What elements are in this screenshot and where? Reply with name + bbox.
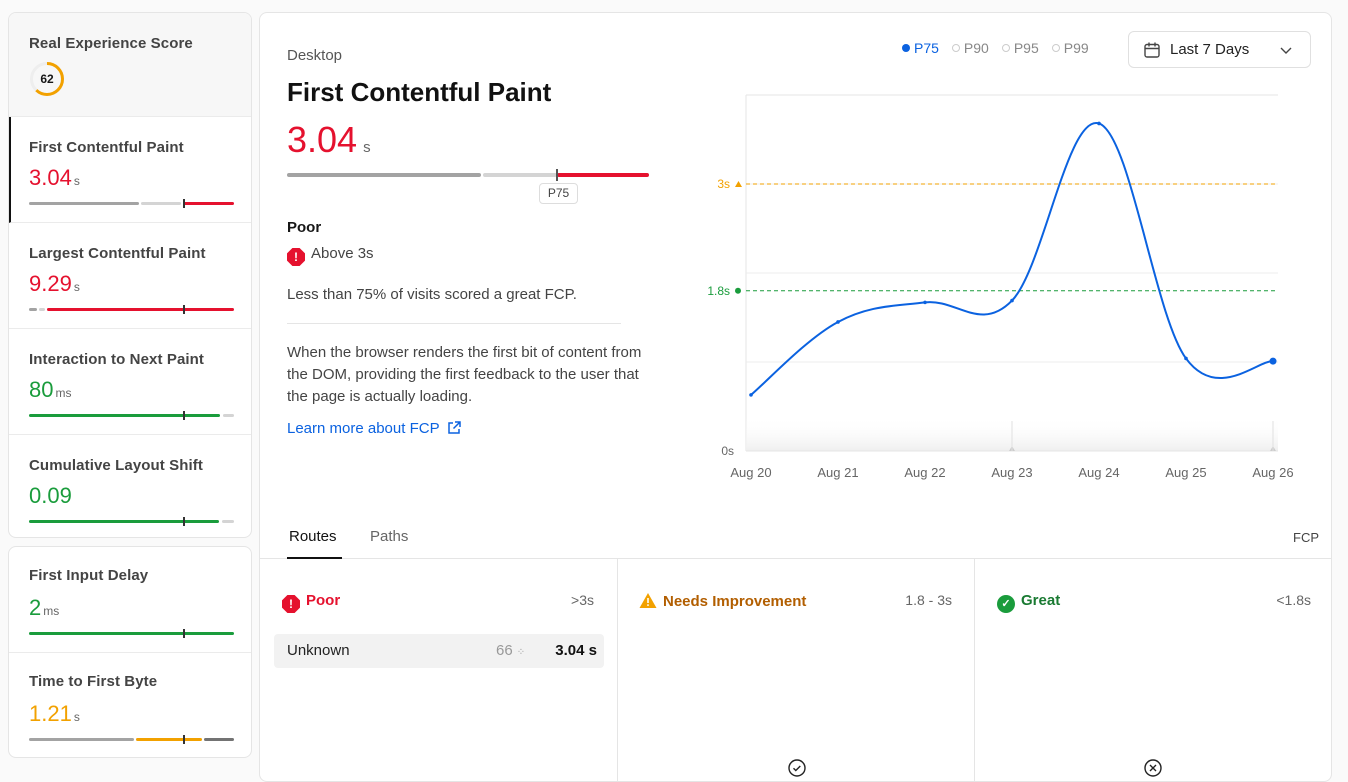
route-visits: 66 ⁘ <box>496 642 526 659</box>
tab-routes[interactable]: Routes <box>289 528 337 545</box>
fcp-line-chart: 3s 1.8s 0s Aug 20 Aug 21 Aug 22 Aug 23 Aug 24 Au… <box>707 94 1294 480</box>
series-point <box>923 300 927 305</box>
x-tick-label: Aug 24 <box>1078 465 1119 480</box>
metric-value: 1.21 s <box>29 701 80 726</box>
x-tick-label: Aug 20 <box>730 465 771 480</box>
sidebar-secondary-card: First Input Delay 2 ms Time to First Byte… <box>8 546 252 758</box>
column-header: ✓ Great <box>997 592 1060 613</box>
poor-octagon-icon: ! <box>282 595 300 613</box>
description-text: When the browser renders the first bit o… <box>287 344 642 405</box>
column-range: <1.8s <box>1276 592 1311 608</box>
percentile-p99[interactable]: P99 <box>1051 40 1089 56</box>
percentile-p95[interactable]: P95 <box>1001 40 1039 56</box>
metric-value: 80 ms <box>29 377 72 402</box>
threshold-triangle-icon <box>735 181 742 187</box>
sidebar-item-ttfb[interactable]: Time to First Byte 1.21 s <box>9 653 251 757</box>
external-link-icon <box>447 421 462 439</box>
series-point <box>749 393 753 397</box>
route-row[interactable]: Unknown 66 ⁘ 3.04 s <box>274 634 604 668</box>
metric-distribution-bar <box>29 199 234 208</box>
route-name: Unknown <box>287 642 350 659</box>
x-tick-label: Aug 23 <box>991 465 1032 480</box>
breakdown-tabs: Routes Paths FCP <box>260 517 1331 559</box>
metric-value: 3.04 s <box>29 165 80 190</box>
sidebar-item-inp[interactable]: Interaction to Next Paint 80 ms <box>9 329 251 435</box>
rating-note: ! Above 3s <box>287 245 374 266</box>
res-label: Real Experience Score <box>29 35 193 52</box>
column-needs-improvement: Needs Improvement 1.8 - 3s <box>618 559 975 781</box>
date-range-select[interactable]: Last 7 Days <box>1128 31 1311 68</box>
metric-name: Interaction to Next Paint <box>29 351 205 368</box>
poor-octagon-icon: ! <box>287 248 305 266</box>
series-point <box>1184 356 1188 361</box>
x-tick-label: Aug 26 <box>1252 465 1293 480</box>
p75-marker-label: P75 <box>539 183 578 204</box>
metric-name: First Input Delay <box>29 567 149 584</box>
res-gauge: 62 <box>29 61 65 97</box>
tab-paths[interactable]: Paths <box>370 528 408 545</box>
metric-distribution-bar <box>29 517 234 526</box>
column-range: >3s <box>571 592 594 608</box>
route-value: 3.04 s <box>555 642 597 659</box>
percentile-toggle: P75 P90 P95 P99 <box>902 40 1089 56</box>
metric-title: First Contentful Paint <box>287 77 552 107</box>
column-header: ! Poor <box>282 592 340 613</box>
metric-distribution-bar <box>29 629 234 638</box>
series-point <box>836 320 840 324</box>
divider <box>287 323 621 324</box>
series-point <box>1097 121 1101 126</box>
res-item[interactable]: Real Experience Score 62 <box>9 13 251 117</box>
sidebar-metrics-card: Real Experience Score 62 First Contentfu… <box>8 12 252 538</box>
metric-value: 3.04 s <box>287 119 371 160</box>
threshold-dot-icon <box>735 287 741 294</box>
close-circle-icon <box>1144 759 1162 781</box>
threshold-label: 3s <box>717 177 730 191</box>
check-circle-icon <box>788 759 806 781</box>
distribution-bar <box>287 169 649 181</box>
date-range-value: Last 7 Days <box>1170 41 1250 58</box>
check-circle-filled-icon: ✓ <box>997 595 1015 613</box>
metric-distribution-bar <box>29 411 234 420</box>
sidebar-item-fid[interactable]: First Input Delay 2 ms <box>9 547 251 653</box>
res-score: 62 <box>40 72 54 86</box>
learn-more-link[interactable]: Learn more about FCP <box>287 420 462 439</box>
sidebar-item-fcp[interactable]: First Contentful Paint 3.04 s <box>9 117 251 223</box>
metric-short-label: FCP <box>1293 530 1319 545</box>
metric-distribution-bar <box>29 735 234 744</box>
x-tick-label: Aug 21 <box>817 465 858 480</box>
sidebar-item-cls[interactable]: Cumulative Layout Shift 0.09 <box>9 435 251 537</box>
x-tick-label: Aug 25 <box>1165 465 1206 480</box>
chevron-down-icon <box>1279 43 1293 62</box>
percentile-p75[interactable]: P75 <box>902 40 939 56</box>
column-great: ✓ Great <1.8s <box>975 559 1331 781</box>
metric-name: Time to First Byte <box>29 673 158 690</box>
series-point <box>1269 357 1277 365</box>
metric-name: Cumulative Layout Shift <box>29 457 203 474</box>
series-line-p75 <box>750 122 1274 396</box>
main-panel: Desktop First Contentful Paint 3.04 s P75… <box>259 12 1332 782</box>
series-point <box>1010 298 1014 303</box>
x-tick-label: Aug 22 <box>904 465 945 480</box>
calendar-icon <box>1143 41 1161 64</box>
metric-name: Largest Contentful Paint <box>29 245 206 262</box>
sidebar-item-lcp[interactable]: Largest Contentful Paint 9.29 s <box>9 223 251 329</box>
column-range: 1.8 - 3s <box>905 592 952 608</box>
y-tick-label: 0s <box>721 444 734 458</box>
rating-label: Poor <box>287 219 322 236</box>
metric-value: 9.29 s <box>29 271 80 296</box>
device-label: Desktop <box>287 47 343 64</box>
summary-text: Less than 75% of visits scored a great F… <box>287 286 577 303</box>
percentile-p90[interactable]: P90 <box>951 40 989 56</box>
column-poor: ! Poor >3s Unknown 66 ⁘ 3.04 s <box>260 559 618 781</box>
threshold-label: 1.8s <box>707 284 730 298</box>
dots-icon: ⁘ <box>516 647 526 658</box>
metric-value: 2 ms <box>29 595 60 620</box>
metric-name: First Contentful Paint <box>29 139 184 156</box>
metric-distribution-bar <box>29 305 234 314</box>
column-header: Needs Improvement <box>639 592 806 613</box>
warning-triangle-icon <box>639 592 657 613</box>
metric-value: 0.09 <box>29 483 72 508</box>
